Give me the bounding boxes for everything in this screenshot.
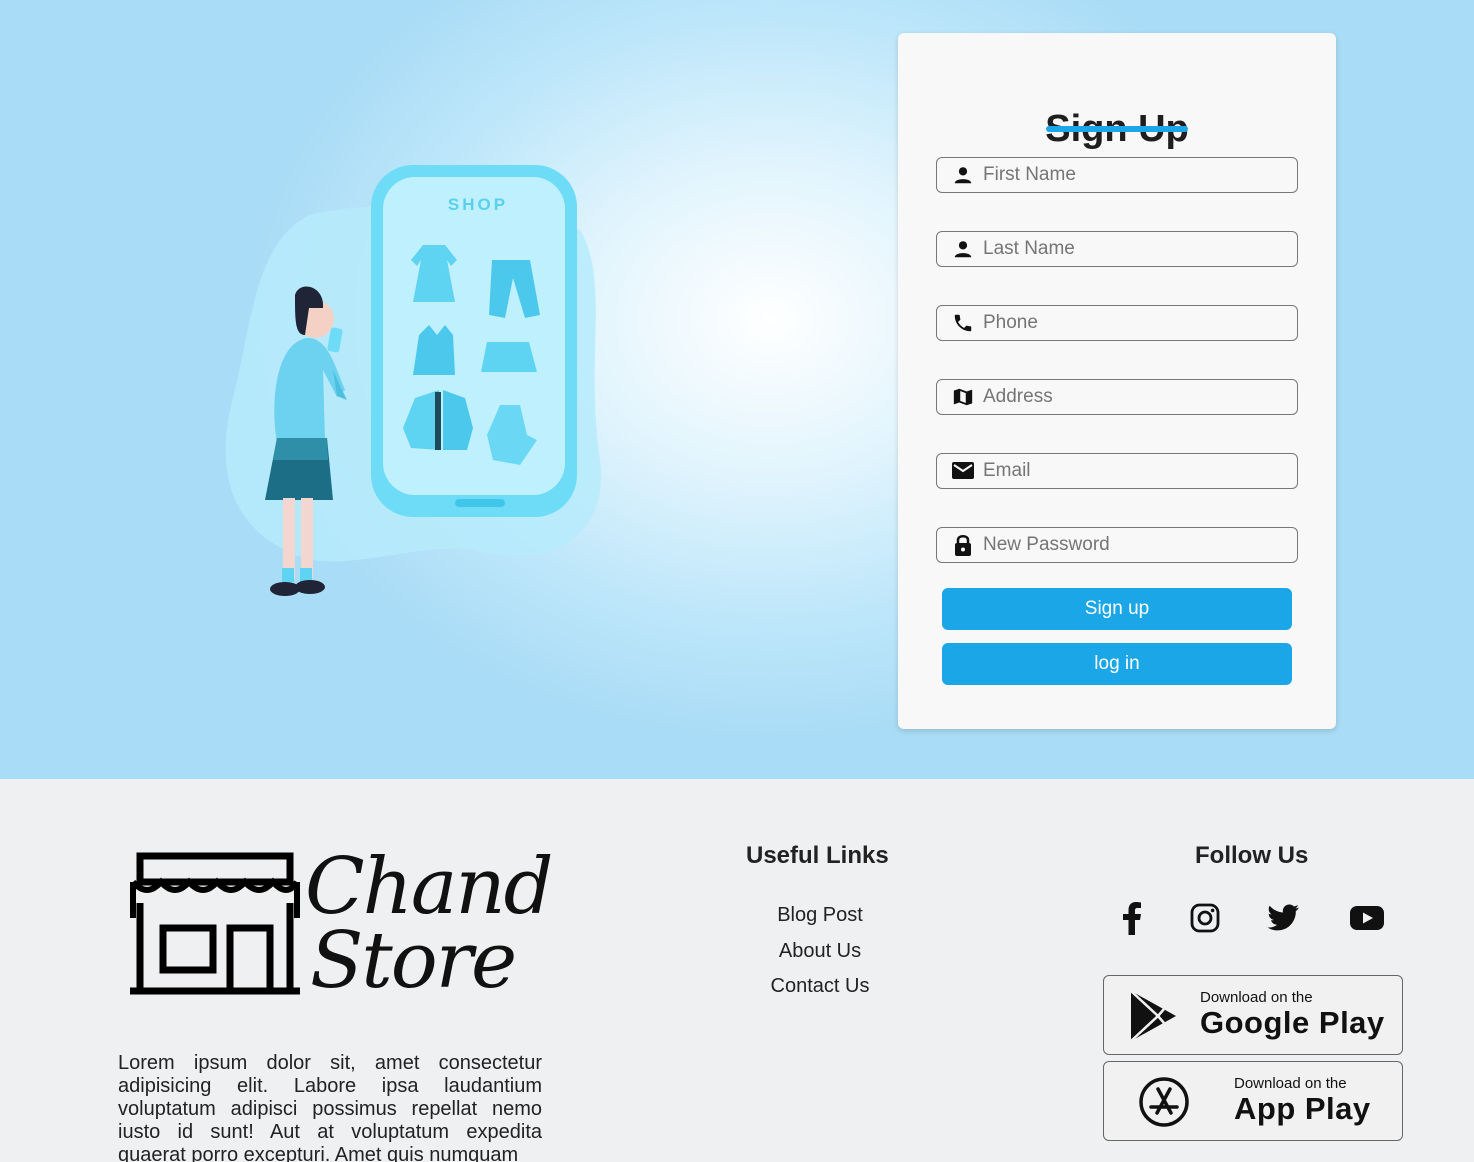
map-icon <box>951 385 975 409</box>
phone-icon <box>951 311 975 335</box>
link-about-us[interactable]: About Us <box>720 934 920 970</box>
login-button[interactable]: log in <box>942 643 1292 685</box>
first-name-field[interactable] <box>936 157 1298 193</box>
instagram-icon[interactable] <box>1185 898 1225 938</box>
first-name-input[interactable] <box>983 160 1297 190</box>
storefront-icon <box>130 852 300 995</box>
email-field[interactable] <box>936 453 1298 489</box>
shop-label: SHOP <box>448 195 508 214</box>
google-play-icon <box>1130 990 1176 1042</box>
mail-icon <box>951 459 975 483</box>
address-input[interactable] <box>983 382 1297 412</box>
password-field[interactable] <box>936 527 1298 563</box>
app-play-small-text: Download on the <box>1234 1075 1347 1092</box>
useful-links-title: Useful Links <box>746 842 889 869</box>
phone-input[interactable] <box>983 308 1297 338</box>
email-input[interactable] <box>983 456 1297 486</box>
lock-icon <box>951 533 975 557</box>
last-name-field[interactable] <box>936 231 1298 267</box>
person-icon <box>951 237 975 261</box>
app-play-big-text: App Play <box>1234 1091 1371 1126</box>
logo-word-chand: Chand <box>305 842 554 932</box>
follow-us-title: Follow Us <box>1195 842 1309 869</box>
person-icon <box>951 163 975 187</box>
useful-links-list: Blog Post About Us Contact Us <box>720 898 920 1005</box>
app-play-button[interactable]: Download on the App Play <box>1103 1061 1403 1141</box>
signup-button[interactable]: Sign up <box>942 588 1292 630</box>
facebook-icon[interactable] <box>1112 898 1152 938</box>
last-name-input[interactable] <box>983 234 1297 264</box>
password-input[interactable] <box>983 530 1297 560</box>
logo-word-store: Store <box>310 916 517 1006</box>
link-contact-us[interactable]: Contact Us <box>720 969 920 1005</box>
youtube-icon[interactable] <box>1347 898 1387 938</box>
google-play-big-text: Google Play <box>1200 1005 1385 1040</box>
about-text: Lorem ipsum dolor sit, amet consectetur … <box>118 1052 542 1162</box>
shopping-illustration: SHOP <box>225 165 602 596</box>
link-blog-post[interactable]: Blog Post <box>720 898 920 934</box>
store-logo: Chand Store <box>120 840 554 1010</box>
address-field[interactable] <box>936 379 1298 415</box>
title-underline <box>1046 126 1188 132</box>
app-store-icon <box>1139 1077 1189 1127</box>
google-play-button[interactable]: Download on the Google Play <box>1103 975 1403 1055</box>
phone-field[interactable] <box>936 305 1298 341</box>
google-play-small-text: Download on the <box>1200 989 1313 1006</box>
twitter-icon[interactable] <box>1263 898 1303 938</box>
